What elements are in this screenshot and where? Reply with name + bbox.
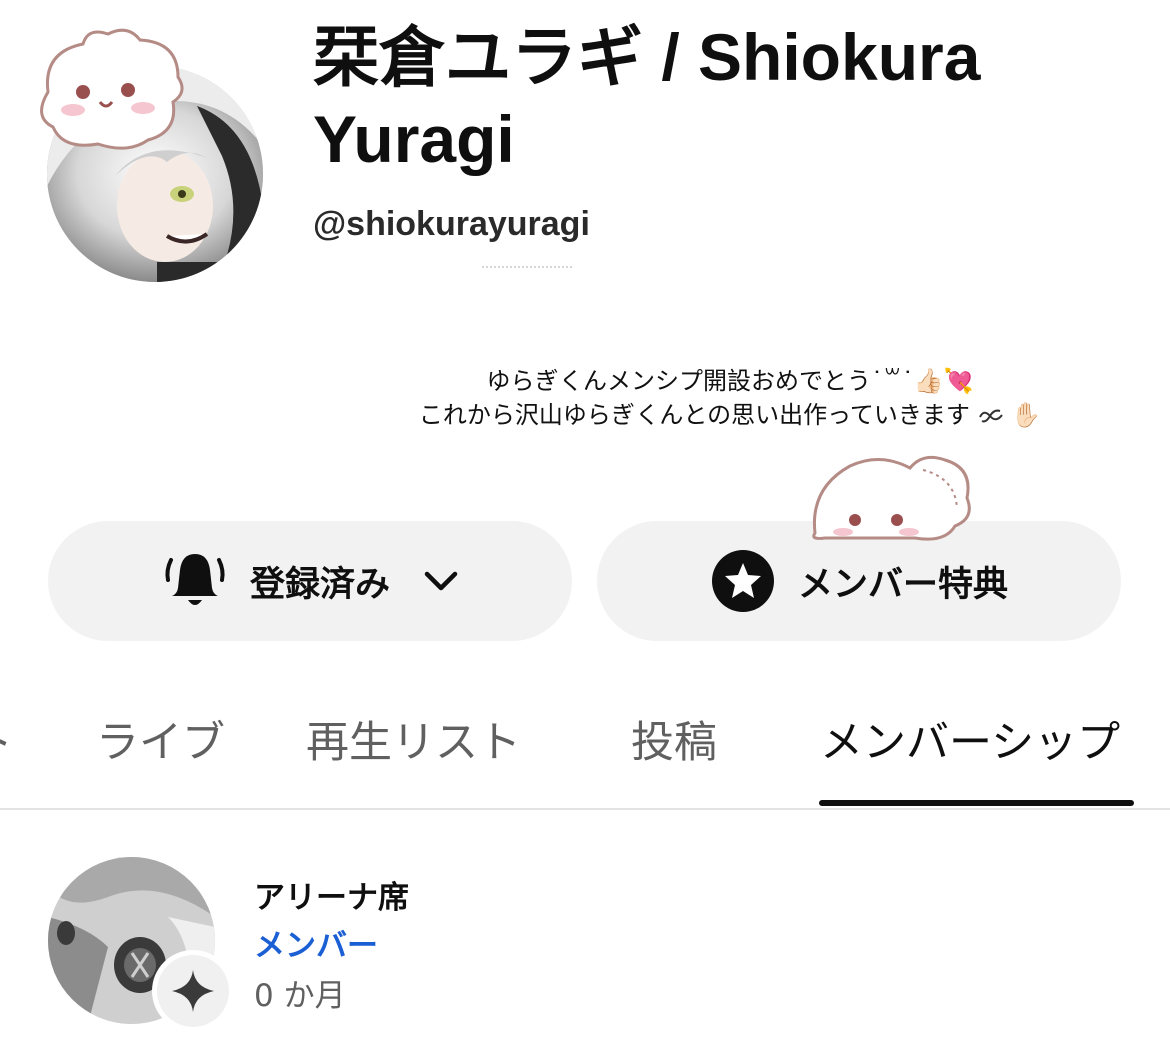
sleeping-mascot-icon (812, 455, 971, 541)
subscribed-button[interactable]: 登録済み (48, 521, 572, 641)
overlay-line-2-text: これから沢山ゆらぎくんとの思い出作っていきます (418, 401, 970, 429)
channel-tabs: ト ライブ 再生リスト 投稿 メンバーシップ (0, 690, 1170, 810)
member-perks-label: メンバー特典 (797, 564, 1008, 605)
faded-text-divider (482, 266, 572, 274)
member-badge (152, 950, 234, 1032)
kaomoji-text: ˙꒳˙ (870, 367, 914, 395)
star-icon (710, 548, 776, 614)
bell-icon (162, 548, 228, 614)
ribbon-icon (978, 409, 1003, 423)
sparkle-badge-icon (172, 970, 214, 1012)
membership-duration: 0 か月 (254, 978, 346, 1014)
tab-playlists[interactable]: 再生リスト (306, 708, 521, 770)
membership-tier-name: アリーナ席 (254, 880, 409, 916)
thumbs-up-heart-emoji-icon: 👍🏻💘 (913, 367, 974, 395)
overlay-line-2: これから沢山ゆらぎくんとの思い出作っていきます ✋🏻 (360, 398, 1100, 432)
tab-partial[interactable]: ト (0, 708, 15, 770)
ghost-mascot-icon (40, 28, 184, 150)
membership-status: メンバー (254, 928, 378, 964)
tab-live[interactable]: ライブ (96, 708, 225, 770)
channel-handle: @shiokurayuragi (313, 205, 590, 243)
raised-hand-emoji-icon: ✋🏻 (1011, 401, 1042, 429)
channel-name: 栞倉ユラギ / Shiokura Yuragi (313, 20, 981, 176)
tab-posts[interactable]: 投稿 (631, 708, 717, 770)
chevron-down-icon (424, 570, 458, 592)
overlay-line-1: ゆらぎくんメンシプ開設おめでとう˙꒳˙👍🏻💘 (360, 364, 1100, 398)
overlay-message: ゆらぎくんメンシプ開設おめでとう˙꒳˙👍🏻💘 これから沢山ゆらぎくんとの思い出作… (360, 364, 1100, 432)
overlay-line-1-text: ゆらぎくんメンシプ開設おめでとう (486, 367, 871, 395)
tab-membership[interactable]: メンバーシップ (820, 708, 1120, 770)
subscribed-label: 登録済み (249, 564, 390, 605)
tab-selected-indicator (819, 800, 1134, 806)
